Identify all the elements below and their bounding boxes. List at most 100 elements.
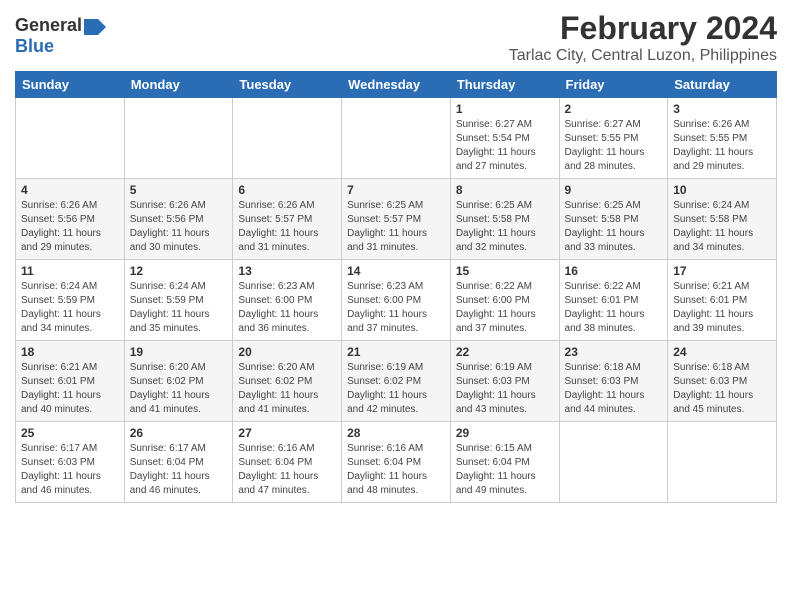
calendar-cell (342, 98, 451, 179)
calendar-table: SundayMondayTuesdayWednesdayThursdayFrid… (15, 71, 777, 503)
calendar-week-row: 1 Sunrise: 6:27 AM Sunset: 5:54 PM Dayli… (16, 98, 777, 179)
calendar-week-row: 25 Sunrise: 6:17 AM Sunset: 6:03 PM Dayl… (16, 422, 777, 503)
day-number: 1 (456, 102, 554, 116)
calendar-cell: 5 Sunrise: 6:26 AM Sunset: 5:56 PM Dayli… (124, 179, 233, 260)
calendar-cell: 19 Sunrise: 6:20 AM Sunset: 6:02 PM Dayl… (124, 341, 233, 422)
sunrise-text: Sunrise: 6:27 AM (456, 119, 532, 130)
sunrise-text: Sunrise: 6:23 AM (347, 281, 423, 292)
calendar-cell: 3 Sunrise: 6:26 AM Sunset: 5:55 PM Dayli… (668, 98, 777, 179)
calendar-cell: 7 Sunrise: 6:25 AM Sunset: 5:57 PM Dayli… (342, 179, 451, 260)
calendar-cell: 11 Sunrise: 6:24 AM Sunset: 5:59 PM Dayl… (16, 260, 125, 341)
cell-content: Sunrise: 6:23 AM Sunset: 6:00 PM Dayligh… (238, 280, 336, 336)
calendar-header-row: SundayMondayTuesdayWednesdayThursdayFrid… (16, 72, 777, 98)
weekday-header: Friday (559, 72, 668, 98)
calendar-cell: 25 Sunrise: 6:17 AM Sunset: 6:03 PM Dayl… (16, 422, 125, 503)
day-number: 24 (673, 345, 771, 359)
day-number: 17 (673, 264, 771, 278)
weekday-header: Tuesday (233, 72, 342, 98)
daylight-text: Daylight: 11 hours and 30 minutes. (130, 228, 210, 253)
sunrise-text: Sunrise: 6:17 AM (21, 443, 97, 454)
cell-content: Sunrise: 6:24 AM Sunset: 5:59 PM Dayligh… (130, 280, 228, 336)
daylight-text: Daylight: 11 hours and 35 minutes. (130, 309, 210, 334)
calendar-week-row: 11 Sunrise: 6:24 AM Sunset: 5:59 PM Dayl… (16, 260, 777, 341)
daylight-text: Daylight: 11 hours and 29 minutes. (673, 147, 753, 172)
sunset-text: Sunset: 5:57 PM (347, 214, 421, 225)
sunrise-text: Sunrise: 6:19 AM (456, 362, 532, 373)
daylight-text: Daylight: 11 hours and 49 minutes. (456, 471, 536, 496)
logo-arrow-icon (84, 19, 106, 35)
day-number: 28 (347, 426, 445, 440)
sunset-text: Sunset: 5:56 PM (130, 214, 204, 225)
sunset-text: Sunset: 5:58 PM (456, 214, 530, 225)
sunrise-text: Sunrise: 6:22 AM (456, 281, 532, 292)
sunrise-text: Sunrise: 6:21 AM (21, 362, 97, 373)
day-number: 26 (130, 426, 228, 440)
daylight-text: Daylight: 11 hours and 46 minutes. (21, 471, 101, 496)
sunset-text: Sunset: 6:01 PM (21, 376, 95, 387)
cell-content: Sunrise: 6:27 AM Sunset: 5:54 PM Dayligh… (456, 118, 554, 174)
sunrise-text: Sunrise: 6:24 AM (21, 281, 97, 292)
cell-content: Sunrise: 6:22 AM Sunset: 6:01 PM Dayligh… (565, 280, 663, 336)
calendar-cell: 9 Sunrise: 6:25 AM Sunset: 5:58 PM Dayli… (559, 179, 668, 260)
sunset-text: Sunset: 6:03 PM (565, 376, 639, 387)
calendar-cell: 4 Sunrise: 6:26 AM Sunset: 5:56 PM Dayli… (16, 179, 125, 260)
sunrise-text: Sunrise: 6:18 AM (565, 362, 641, 373)
calendar-cell: 12 Sunrise: 6:24 AM Sunset: 5:59 PM Dayl… (124, 260, 233, 341)
day-number: 10 (673, 183, 771, 197)
sunset-text: Sunset: 6:01 PM (565, 295, 639, 306)
daylight-text: Daylight: 11 hours and 28 minutes. (565, 147, 645, 172)
sunrise-text: Sunrise: 6:20 AM (130, 362, 206, 373)
calendar-cell: 29 Sunrise: 6:15 AM Sunset: 6:04 PM Dayl… (450, 422, 559, 503)
calendar-cell (668, 422, 777, 503)
cell-content: Sunrise: 6:26 AM Sunset: 5:56 PM Dayligh… (21, 199, 119, 255)
day-number: 13 (238, 264, 336, 278)
sunrise-text: Sunrise: 6:25 AM (347, 200, 423, 211)
cell-content: Sunrise: 6:24 AM Sunset: 5:59 PM Dayligh… (21, 280, 119, 336)
cell-content: Sunrise: 6:25 AM Sunset: 5:58 PM Dayligh… (456, 199, 554, 255)
sunset-text: Sunset: 6:01 PM (673, 295, 747, 306)
sunrise-text: Sunrise: 6:26 AM (673, 119, 749, 130)
calendar-cell: 15 Sunrise: 6:22 AM Sunset: 6:00 PM Dayl… (450, 260, 559, 341)
sunset-text: Sunset: 5:54 PM (456, 133, 530, 144)
daylight-text: Daylight: 11 hours and 45 minutes. (673, 390, 753, 415)
cell-content: Sunrise: 6:26 AM Sunset: 5:56 PM Dayligh… (130, 199, 228, 255)
sunrise-text: Sunrise: 6:20 AM (238, 362, 314, 373)
cell-content: Sunrise: 6:18 AM Sunset: 6:03 PM Dayligh… (673, 361, 771, 417)
main-title: February 2024 (509, 10, 777, 47)
daylight-text: Daylight: 11 hours and 43 minutes. (456, 390, 536, 415)
calendar-cell: 16 Sunrise: 6:22 AM Sunset: 6:01 PM Dayl… (559, 260, 668, 341)
calendar-cell: 10 Sunrise: 6:24 AM Sunset: 5:58 PM Dayl… (668, 179, 777, 260)
weekday-header: Monday (124, 72, 233, 98)
sunset-text: Sunset: 6:04 PM (130, 457, 204, 468)
daylight-text: Daylight: 11 hours and 42 minutes. (347, 390, 427, 415)
cell-content: Sunrise: 6:26 AM Sunset: 5:55 PM Dayligh… (673, 118, 771, 174)
sunrise-text: Sunrise: 6:26 AM (21, 200, 97, 211)
day-number: 23 (565, 345, 663, 359)
calendar-cell: 28 Sunrise: 6:16 AM Sunset: 6:04 PM Dayl… (342, 422, 451, 503)
sunrise-text: Sunrise: 6:26 AM (130, 200, 206, 211)
day-number: 12 (130, 264, 228, 278)
sunset-text: Sunset: 5:59 PM (130, 295, 204, 306)
day-number: 27 (238, 426, 336, 440)
cell-content: Sunrise: 6:24 AM Sunset: 5:58 PM Dayligh… (673, 199, 771, 255)
calendar-cell (16, 98, 125, 179)
day-number: 3 (673, 102, 771, 116)
daylight-text: Daylight: 11 hours and 41 minutes. (130, 390, 210, 415)
sunset-text: Sunset: 6:00 PM (456, 295, 530, 306)
cell-content: Sunrise: 6:27 AM Sunset: 5:55 PM Dayligh… (565, 118, 663, 174)
daylight-text: Daylight: 11 hours and 31 minutes. (238, 228, 318, 253)
sunrise-text: Sunrise: 6:25 AM (456, 200, 532, 211)
cell-content: Sunrise: 6:16 AM Sunset: 6:04 PM Dayligh… (238, 442, 336, 498)
daylight-text: Daylight: 11 hours and 32 minutes. (456, 228, 536, 253)
sunrise-text: Sunrise: 6:16 AM (238, 443, 314, 454)
sunset-text: Sunset: 6:02 PM (238, 376, 312, 387)
cell-content: Sunrise: 6:17 AM Sunset: 6:04 PM Dayligh… (130, 442, 228, 498)
sunset-text: Sunset: 6:03 PM (673, 376, 747, 387)
calendar-cell: 24 Sunrise: 6:18 AM Sunset: 6:03 PM Dayl… (668, 341, 777, 422)
cell-content: Sunrise: 6:23 AM Sunset: 6:00 PM Dayligh… (347, 280, 445, 336)
day-number: 22 (456, 345, 554, 359)
calendar-cell: 8 Sunrise: 6:25 AM Sunset: 5:58 PM Dayli… (450, 179, 559, 260)
sunset-text: Sunset: 5:57 PM (238, 214, 312, 225)
calendar-cell: 13 Sunrise: 6:23 AM Sunset: 6:00 PM Dayl… (233, 260, 342, 341)
sunset-text: Sunset: 6:00 PM (347, 295, 421, 306)
